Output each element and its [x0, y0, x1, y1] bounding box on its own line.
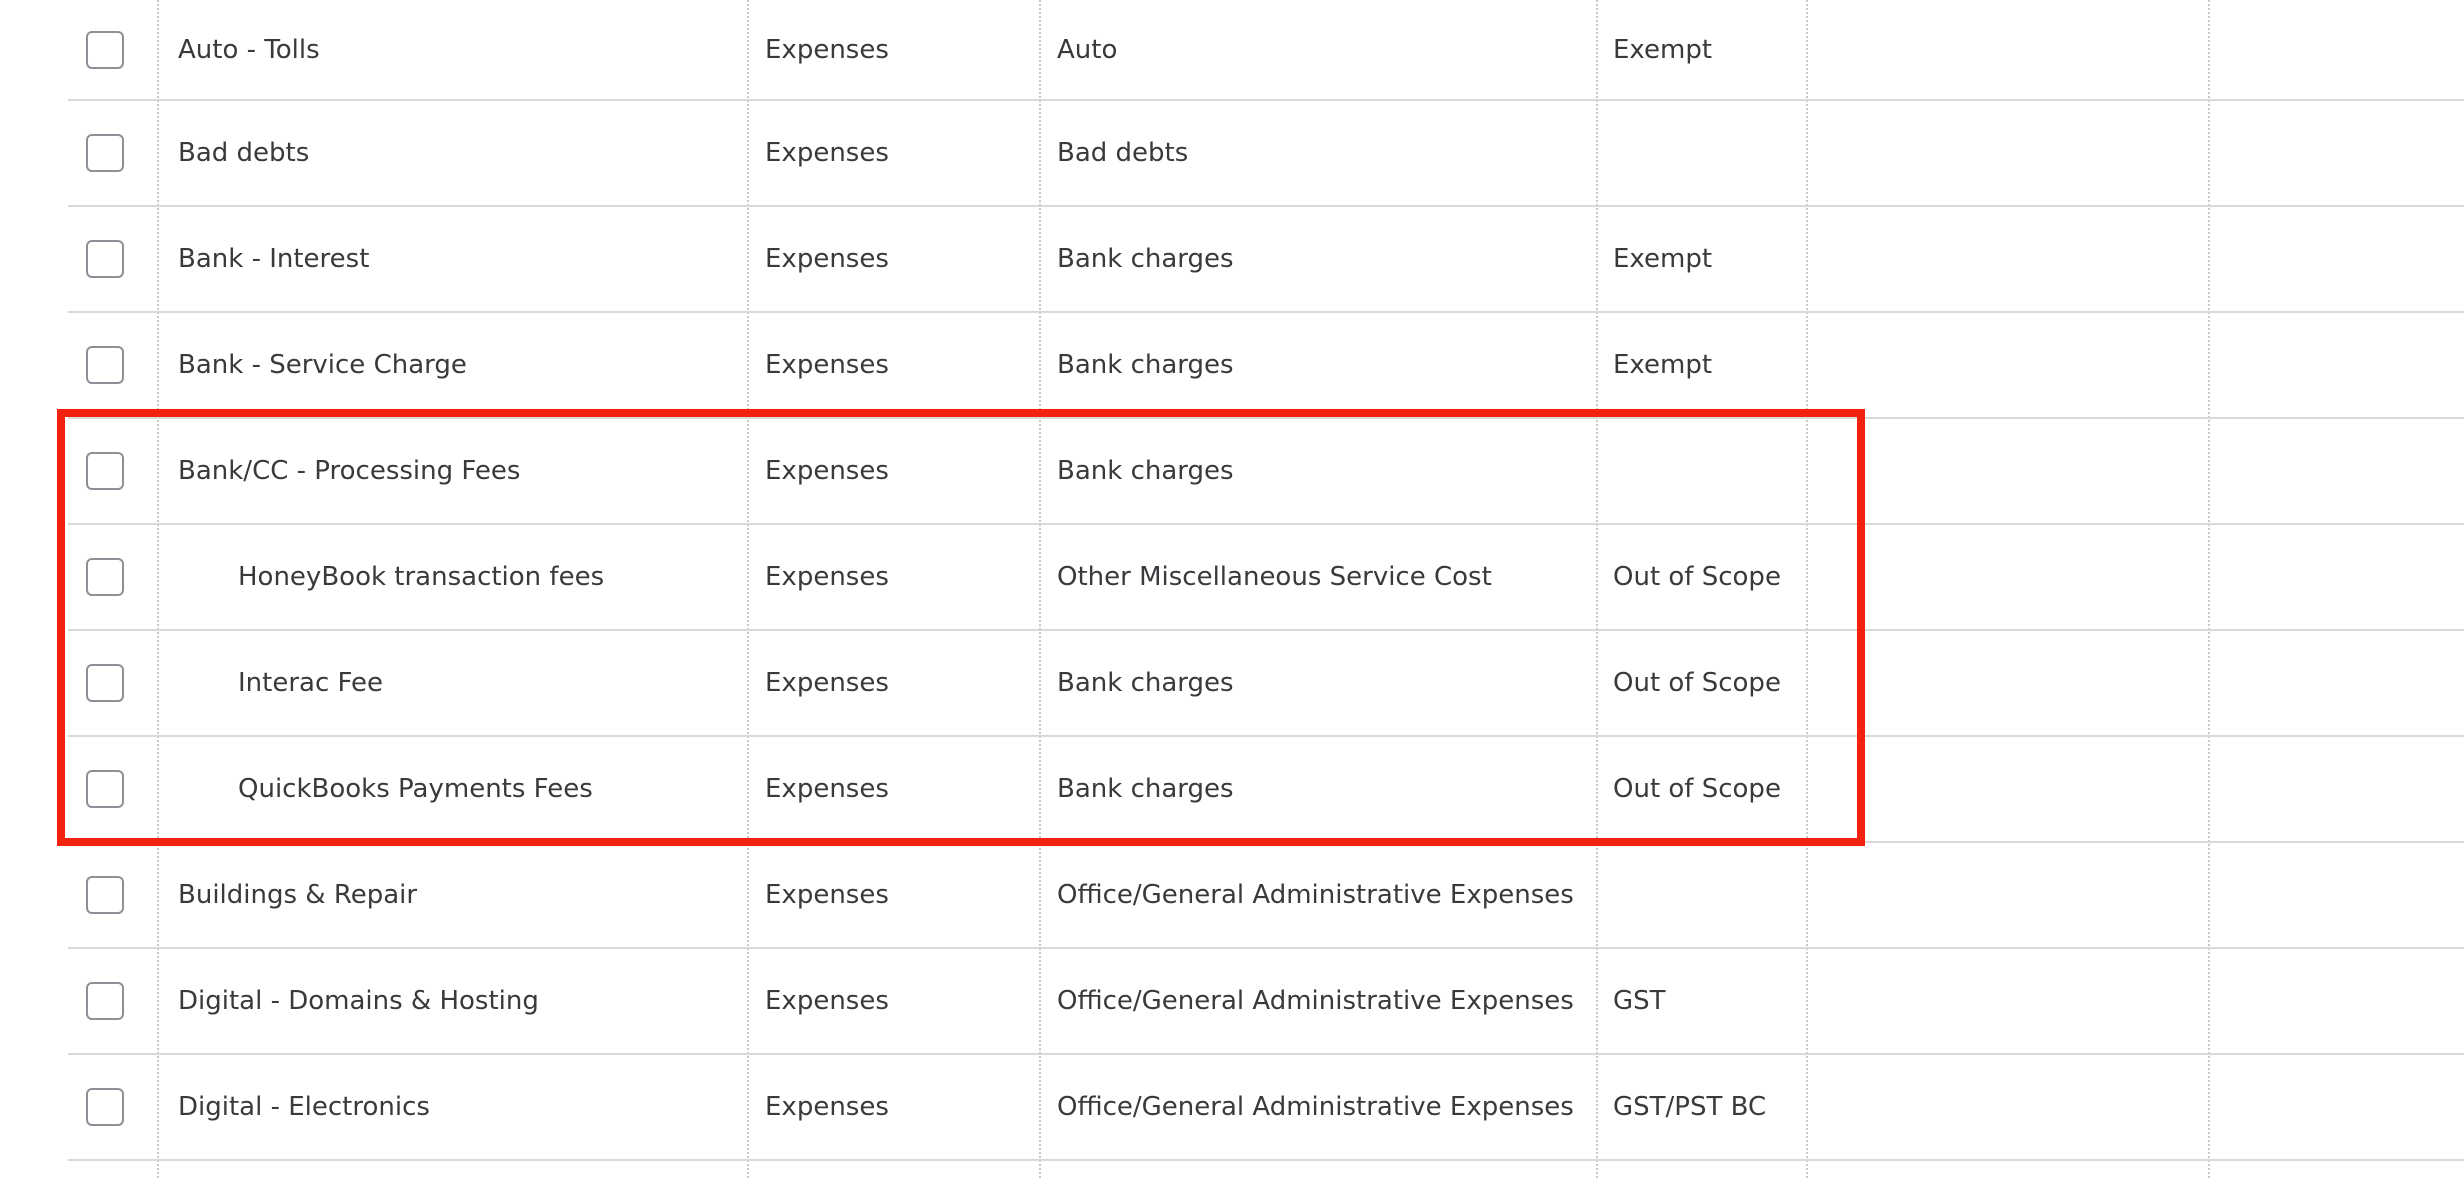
row-select-cell	[86, 737, 156, 841]
row-select-cell	[86, 843, 156, 947]
tax-code: Exempt	[1613, 244, 1713, 274]
detail-type: Bank charges	[1057, 244, 1234, 274]
account-name[interactable]: Bank/CC - Processing Fees	[178, 419, 520, 523]
account-name[interactable]: Digital - Domains & Hosting	[178, 949, 539, 1053]
account-name[interactable]: Buildings & Repair	[178, 843, 417, 947]
table-row[interactable]: Interac Fee Expenses Bank charges Out of…	[68, 631, 2464, 737]
detail-type: Office/General Administrative Expenses	[1057, 880, 1574, 910]
detail-type: Bank charges	[1057, 668, 1234, 698]
tax-code: GST/PST BC	[1613, 1092, 1767, 1122]
row-checkbox[interactable]	[86, 1088, 124, 1126]
tax-code: Out of Scope	[1613, 668, 1781, 698]
row-select-cell	[86, 1055, 156, 1159]
row-select-cell	[86, 101, 156, 205]
table-row[interactable]: Bad debts Expenses Bad debts	[68, 101, 2464, 207]
sub-account-name[interactable]: Interac Fee	[238, 631, 383, 735]
account-name[interactable]: Bank - Interest	[178, 207, 369, 311]
table-row[interactable]: HoneyBook transaction fees Expenses Othe…	[68, 525, 2464, 631]
detail-type: Bank charges	[1057, 774, 1234, 804]
row-select-cell	[86, 207, 156, 311]
account-type: Expenses	[765, 456, 889, 486]
table-row[interactable]: QuickBooks Payments Fees Expenses Bank c…	[68, 737, 2464, 843]
sub-account-name[interactable]: QuickBooks Payments Fees	[238, 737, 593, 841]
account-type: Expenses	[765, 138, 889, 168]
account-type: Expenses	[765, 34, 889, 65]
table-row[interactable]: Digital - Domains & Hosting Expenses Off…	[68, 949, 2464, 1055]
row-checkbox[interactable]	[86, 558, 124, 596]
tax-code: Exempt	[1613, 34, 1713, 65]
account-type: Expenses	[765, 562, 889, 592]
row-checkbox[interactable]	[86, 664, 124, 702]
chart-of-accounts-table: Auto - Tolls Expenses Auto Exempt Bad de…	[68, 0, 2464, 1161]
detail-type: Bank charges	[1057, 456, 1234, 486]
row-select-cell	[86, 0, 156, 99]
account-type: Expenses	[765, 986, 889, 1016]
account-type: Expenses	[765, 1092, 889, 1122]
account-type: Expenses	[765, 880, 889, 910]
account-type: Expenses	[765, 244, 889, 274]
account-name[interactable]: Digital - Electronics	[178, 1055, 430, 1159]
account-name[interactable]: Bank - Service Charge	[178, 313, 467, 417]
detail-type: Bank charges	[1057, 350, 1234, 380]
account-name[interactable]: Auto - Tolls	[178, 0, 320, 99]
detail-type: Office/General Administrative Expenses	[1057, 986, 1574, 1016]
tax-code: Out of Scope	[1613, 774, 1781, 804]
sub-account-name[interactable]: HoneyBook transaction fees	[238, 525, 604, 629]
table-row[interactable]: Bank - Interest Expenses Bank charges Ex…	[68, 207, 2464, 313]
tax-code: GST	[1613, 986, 1666, 1016]
detail-type: Auto	[1057, 34, 1118, 65]
tax-code: Exempt	[1613, 350, 1713, 380]
detail-type: Bad debts	[1057, 138, 1189, 168]
row-checkbox[interactable]	[86, 30, 124, 69]
detail-type: Office/General Administrative Expenses	[1057, 1092, 1574, 1122]
table-row[interactable]: Bank - Service Charge Expenses Bank char…	[68, 313, 2464, 419]
account-name[interactable]: Bad debts	[178, 101, 309, 205]
row-checkbox[interactable]	[86, 452, 124, 490]
table-row[interactable]: Buildings & Repair Expenses Office/Gener…	[68, 843, 2464, 949]
table-row[interactable]: Digital - Electronics Expenses Office/Ge…	[68, 1055, 2464, 1161]
row-checkbox[interactable]	[86, 876, 124, 914]
account-type: Expenses	[765, 668, 889, 698]
tax-code: Out of Scope	[1613, 562, 1781, 592]
row-select-cell	[86, 313, 156, 417]
table-row[interactable]: Bank/CC - Processing Fees Expenses Bank …	[68, 419, 2464, 525]
row-checkbox[interactable]	[86, 770, 124, 808]
detail-type: Other Miscellaneous Service Cost	[1057, 562, 1492, 592]
account-type: Expenses	[765, 350, 889, 380]
account-type: Expenses	[765, 774, 889, 804]
row-checkbox[interactable]	[86, 134, 124, 172]
row-checkbox[interactable]	[86, 240, 124, 278]
table-row[interactable]: Auto - Tolls Expenses Auto Exempt	[68, 0, 2464, 101]
row-checkbox[interactable]	[86, 346, 124, 384]
row-select-cell	[86, 525, 156, 629]
row-select-cell	[86, 419, 156, 523]
row-checkbox[interactable]	[86, 982, 124, 1020]
row-select-cell	[86, 631, 156, 735]
row-select-cell	[86, 949, 156, 1053]
